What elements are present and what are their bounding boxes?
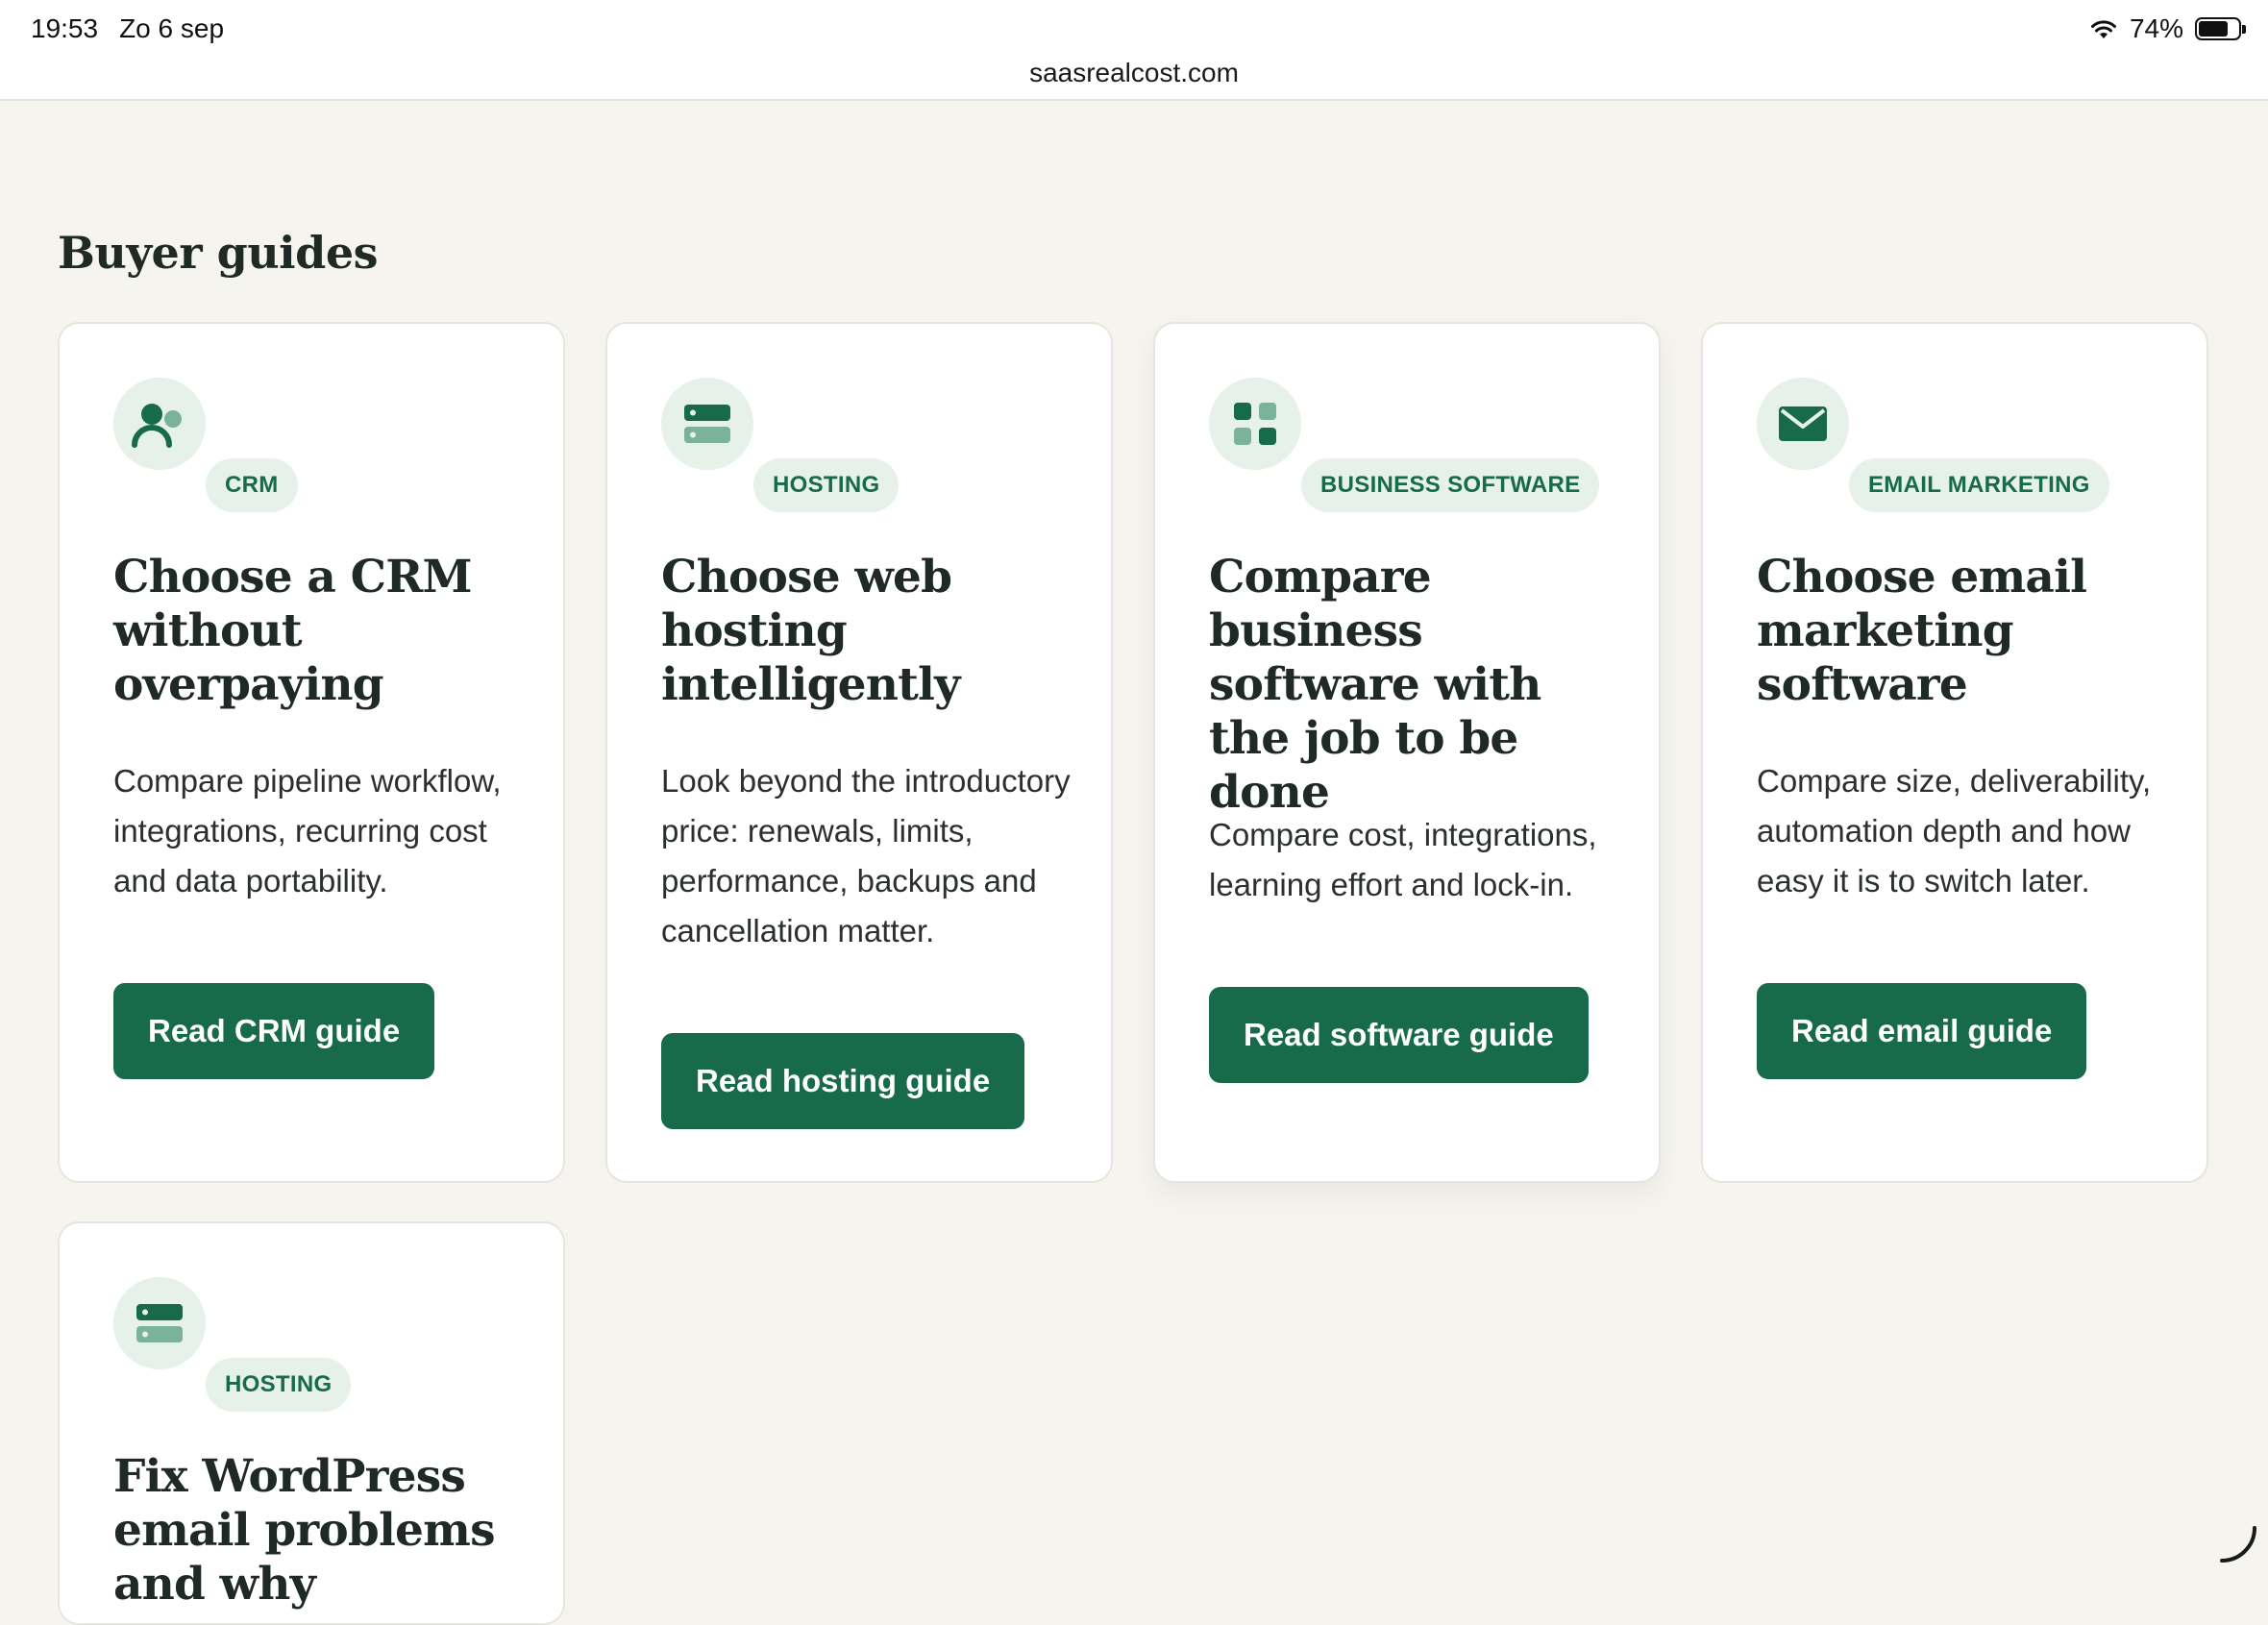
guide-card-email-marketing: EMAIL MARKETING Choose email marketing s…: [1701, 322, 2208, 1183]
server-icon: [677, 393, 738, 455]
read-software-guide-button[interactable]: Read software guide: [1209, 987, 1589, 1083]
category-tag: HOSTING: [753, 458, 899, 512]
status-time: 19:53: [31, 13, 98, 43]
status-clock: 19:53 Zo 6 sep: [31, 13, 245, 44]
card-title[interactable]: Choose web hosting intelligently: [661, 551, 1084, 712]
read-crm-guide-button[interactable]: Read CRM guide: [113, 983, 434, 1079]
status-bar: 19:53 Zo 6 sep 74% saasrealcost.com: [0, 0, 2268, 101]
grid-icon: [1224, 393, 1286, 455]
card-icon-circle: [661, 378, 753, 470]
battery-icon: [2195, 17, 2241, 40]
card-title[interactable]: Fix WordPress email problems and why: [113, 1450, 536, 1612]
card-icon-circle: [113, 1277, 206, 1369]
category-tag: BUSINESS SOFTWARE: [1301, 458, 1599, 512]
section-title: Buyer guides: [58, 227, 378, 279]
battery-fill: [2199, 21, 2228, 37]
category-tag: HOSTING: [206, 1358, 351, 1412]
battery-percent: 74%: [2130, 13, 2183, 44]
card-icon-circle: [113, 378, 206, 470]
card-title[interactable]: Choose a CRM without overpaying: [113, 551, 536, 712]
guide-card-crm: CRM Choose a CRM without overpaying Comp…: [58, 322, 565, 1183]
category-tag: CRM: [206, 458, 298, 512]
category-tag: EMAIL MARKETING: [1849, 458, 2109, 512]
card-description: Compare size, deliverability, automation…: [1757, 756, 2180, 906]
mail-icon: [1772, 393, 1834, 455]
loading-spinner-icon: [2216, 1522, 2258, 1564]
card-description: Compare cost, integrations, learning eff…: [1209, 810, 1632, 910]
card-description: Compare pipeline workflow, integrations,…: [113, 756, 536, 906]
status-indicators: 74%: [2089, 13, 2241, 44]
status-date: Zo 6 sep: [119, 13, 224, 43]
address-bar[interactable]: saasrealcost.com: [0, 58, 2268, 88]
card-title[interactable]: Compare business software with the job t…: [1209, 551, 1632, 820]
server-icon: [129, 1293, 190, 1354]
card-icon-circle: [1209, 378, 1301, 470]
read-email-guide-button[interactable]: Read email guide: [1757, 983, 2086, 1079]
guide-card-hosting: HOSTING Choose web hosting intelligently…: [605, 322, 1113, 1183]
guide-card-wordpress-email: HOSTING Fix WordPress email problems and…: [58, 1221, 565, 1625]
guide-card-business-software: BUSINESS SOFTWARE Compare business softw…: [1153, 322, 1661, 1183]
card-icon-circle: [1757, 378, 1849, 470]
wifi-icon: [2089, 17, 2118, 40]
users-icon: [129, 393, 190, 455]
read-hosting-guide-button[interactable]: Read hosting guide: [661, 1033, 1024, 1129]
card-description: Look beyond the introductory price: rene…: [661, 756, 1084, 956]
card-title[interactable]: Choose email marketing software: [1757, 551, 2180, 712]
